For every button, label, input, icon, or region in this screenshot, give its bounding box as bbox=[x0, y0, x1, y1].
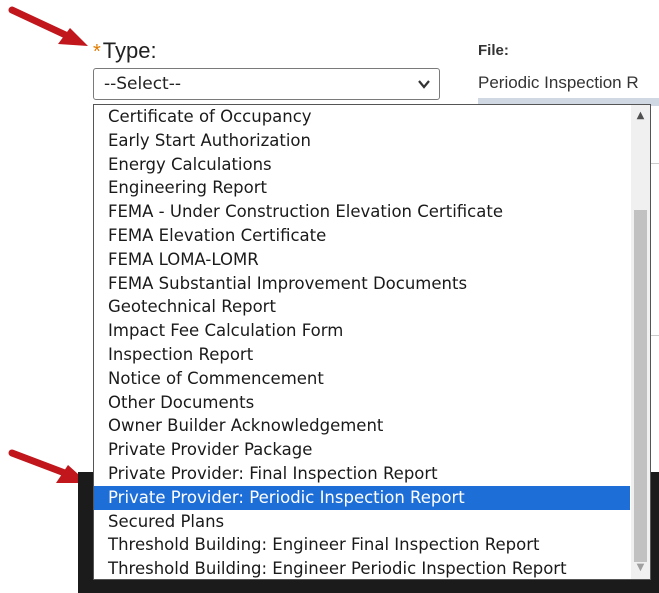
dropdown-option[interactable]: FEMA LOMA-LOMR bbox=[94, 248, 630, 272]
scroll-down-icon[interactable]: ▼ bbox=[631, 559, 650, 577]
type-dropdown-list[interactable]: Certificate of Occupancy Early Start Auth… bbox=[93, 104, 651, 580]
dropdown-option[interactable]: Other Documents bbox=[94, 391, 630, 415]
dropdown-option[interactable]: Energy Calculations bbox=[94, 153, 630, 177]
dropdown-options: Certificate of Occupancy Early Start Auth… bbox=[94, 105, 630, 579]
dropdown-option[interactable]: Impact Fee Calculation Form bbox=[94, 319, 630, 343]
dropdown-option[interactable]: FEMA Elevation Certificate bbox=[94, 224, 630, 248]
file-label: File: bbox=[478, 42, 509, 59]
dropdown-option[interactable]: Early Start Authorization bbox=[94, 129, 630, 153]
dropdown-option[interactable]: Threshold Building: Engineer Final Inspe… bbox=[94, 533, 630, 557]
type-select-value: --Select-- bbox=[104, 74, 181, 94]
file-name: Periodic Inspection R bbox=[478, 73, 639, 92]
dropdown-option[interactable]: Inspection Report bbox=[94, 343, 630, 367]
scroll-thumb[interactable] bbox=[634, 210, 647, 562]
dropdown-option[interactable]: Private Provider: Periodic Inspection Re… bbox=[94, 485, 630, 510]
type-label: *Type: bbox=[93, 38, 157, 64]
dropdown-option[interactable]: Certificate of Occupancy bbox=[94, 105, 630, 129]
dropdown-option[interactable]: Private Provider Package bbox=[94, 438, 630, 462]
dropdown-option[interactable]: Notice of Commencement bbox=[94, 367, 630, 391]
dropdown-option[interactable]: FEMA - Under Construction Elevation Cert… bbox=[94, 200, 630, 224]
dropdown-option[interactable]: Geotechnical Report bbox=[94, 295, 630, 319]
dropdown-option[interactable]: Threshold Building: Engineer Periodic In… bbox=[94, 557, 630, 579]
scrollbar[interactable]: ▲ ▼ bbox=[631, 105, 650, 579]
annotation-arrow-icon bbox=[8, 6, 88, 46]
dropdown-option[interactable]: Owner Builder Acknowledgement bbox=[94, 414, 630, 438]
dropdown-option[interactable]: Private Provider: Final Inspection Repor… bbox=[94, 462, 630, 486]
scroll-up-icon[interactable]: ▲ bbox=[631, 107, 650, 125]
type-label-text: Type: bbox=[102, 38, 157, 63]
dropdown-option[interactable]: Engineering Report bbox=[94, 176, 630, 200]
dropdown-option[interactable]: FEMA Substantial Improvement Documents bbox=[94, 272, 630, 296]
required-marker: * bbox=[93, 41, 101, 63]
type-select[interactable]: --Select-- bbox=[93, 68, 440, 100]
dropdown-option[interactable]: Secured Plans bbox=[94, 510, 630, 534]
